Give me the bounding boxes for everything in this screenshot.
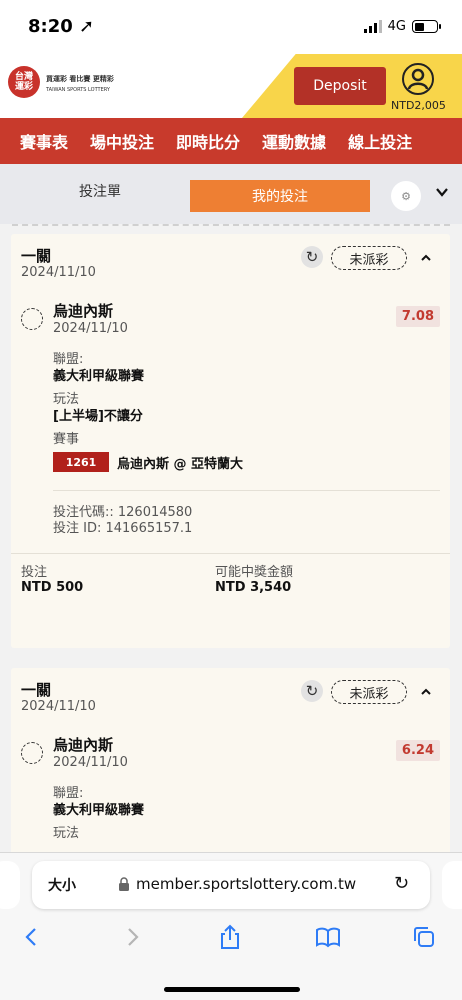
browser-toolbar: 大小 member.sportslottery.com.tw ↻ [0,852,462,1000]
next-tab-preview[interactable] [442,861,462,909]
logo-text: 台灣 運彩 [14,72,33,92]
bet-id: 投注 ID: 141665157.1 [53,521,193,536]
selection-name: 烏迪內斯 [53,736,114,754]
selection-status-icon [21,742,43,764]
chevron-down-icon[interactable] [434,184,450,200]
status-indicators: 4G [363,19,441,34]
market-label: 玩法 [53,392,80,407]
chevron-up-icon[interactable] [419,251,433,265]
refresh-icon[interactable]: ↻ [301,680,323,702]
settings-button[interactable]: ⚙ [391,181,421,211]
back-icon[interactable] [18,923,46,951]
match-name: 烏迪內斯 @ 亞特蘭大 [117,456,244,472]
logo-tagline-cn: 買運彩 看比賽 更精彩 [46,75,114,83]
league-value: 義大利甲級聯賽 [53,803,145,818]
nav-item-live-scores[interactable]: 即時比分 [156,129,242,153]
stake-value: NTD 500 [21,580,84,595]
bet-details: 聯盟: 義大利甲級聯賽 玩法 [11,772,450,842]
chevron-up-icon[interactable] [419,685,433,699]
settlement-status: 未派彩 [331,680,407,704]
nav-item-online-betting[interactable]: 線上投注 [328,129,414,153]
nav-item-schedule[interactable]: 賽事表 [0,129,70,153]
bet-card-footer: 投注 NTD 500 可能中獎金額 NTD 3,540 [11,554,450,606]
league-label: 聯盟: [53,786,84,801]
sports-lottery-logo[interactable]: 台灣 運彩 [8,66,40,98]
selection-status-icon [21,308,43,330]
market-label: 玩法 [53,826,80,841]
battery-icon [412,20,441,33]
odds-badge: 6.24 [395,740,440,761]
logo-tagline-en: TAIWAN SPORTS LOTTERY [46,87,110,93]
stake-label: 投注 [21,565,48,580]
payout-block: 可能中獎金額 NTD 3,540 [215,566,293,596]
bet-card-header: 一關 2024/11/10 ↻ 未派彩 [11,234,450,284]
settlement-status: 未派彩 [331,246,407,270]
event-label: 賽事 [53,432,80,447]
bet-selection: 烏迪內斯 2024/11/10 6.24 [11,718,450,772]
nav-item-sports-data[interactable]: 運動數據 [242,129,328,153]
site-header: 台灣 運彩 買運彩 看比賽 更精彩 TAIWAN SPORTS LOTTERY … [0,54,462,118]
refresh-icon[interactable]: ↻ [301,246,323,268]
browser-nav [0,923,462,963]
url-text[interactable]: member.sportslottery.com.tw [136,875,356,893]
payout-value: NTD 3,540 [215,580,292,595]
bet-selection: 烏迪內斯 2024/11/10 7.08 [11,284,450,338]
league-value: 義大利甲級聯賽 [53,369,145,384]
main-nav: 賽事表 場中投注 即時比分 運動數據 線上投注 [0,118,462,164]
selection-date: 2024/11/10 [53,755,128,770]
deposit-button[interactable]: Deposit [294,67,386,105]
status-bar: 8:20 ➚ 4G [0,0,462,54]
market-value: [上半場]不讓分 [53,409,143,424]
bet-card: 一關 2024/11/10 ↻ 未派彩 烏迪內斯 2024/11/10 7.08… [11,234,450,648]
tabs-icon[interactable] [410,923,438,951]
gear-icon: ⚙ [401,189,411,203]
reload-icon[interactable]: ↻ [394,873,409,894]
bet-identifiers: 投注代碼:: 126014580 投注 ID: 141665157.1 [11,491,450,537]
forward-icon[interactable] [118,923,146,951]
league-label: 聯盟: [53,352,84,367]
bet-details: 聯盟: 義大利甲級聯賽 玩法 [上半場]不讓分 賽事 1261 烏迪內斯 @ 亞… [11,338,450,472]
status-time: 8:20 ➚ [28,16,95,37]
text-size-button[interactable]: 大小 [48,875,76,895]
account-balance: NTD2,005 [391,99,446,112]
match-row: 1261 烏迪內斯 @ 亞特蘭大 [53,452,450,472]
bet-card-header: 一關 2024/11/10 ↻ 未派彩 [11,668,450,718]
my-bets-list[interactable]: 一關 2024/11/10 ↻ 未派彩 烏迪內斯 2024/11/10 7.08… [0,228,462,852]
match-id-badge: 1261 [53,452,109,472]
bet-code: 投注代碼:: 126014580 [53,505,193,520]
tear-line [12,224,450,226]
selection-date: 2024/11/10 [53,321,128,336]
bookmarks-icon[interactable] [314,923,342,951]
address-bar[interactable]: 大小 member.sportslottery.com.tw ↻ [32,861,430,909]
account-icon[interactable] [402,63,434,95]
tab-my-bets[interactable]: 我的投注 [190,180,370,212]
stake-block: 投注 NTD 500 [21,566,83,596]
bet-card: 一關 2024/11/10 ↻ 未派彩 烏迪內斯 2024/11/10 6.24… [11,668,450,852]
payout-label: 可能中獎金額 [215,565,294,580]
share-icon[interactable] [216,923,244,951]
odds-badge: 7.08 [395,306,440,327]
selection-name: 烏迪內斯 [53,302,114,320]
bet-tabs: 投注單 我的投注 ⚙ [0,164,462,224]
tab-bet-slip[interactable]: 投注單 [40,181,160,201]
nav-item-live-betting[interactable]: 場中投注 [70,129,156,153]
network-type: 4G [387,19,406,34]
logo-tagline: 買運彩 看比賽 更精彩 TAIWAN SPORTS LOTTERY [46,74,114,93]
previous-tab-preview[interactable] [0,861,20,909]
lock-icon [119,877,129,891]
signal-icon [363,20,382,33]
home-indicator [164,987,300,992]
